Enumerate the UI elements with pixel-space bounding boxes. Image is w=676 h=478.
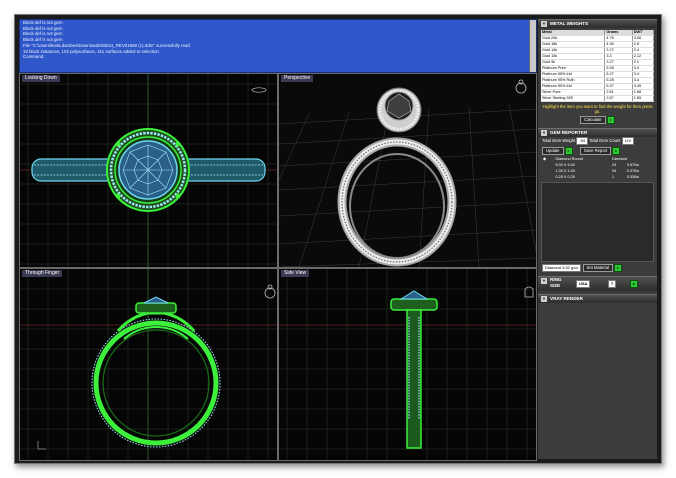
app-window: Block def is not gem Block def is not ge…	[14, 14, 662, 464]
metal-weights-header[interactable]: ▼ METAL WEIGHTS	[538, 19, 657, 28]
ring-label-line-2: SIZE	[550, 283, 561, 289]
viewport-front[interactable]: Through Finger	[19, 268, 278, 461]
gem-reporter-header[interactable]: ▼ GEM REPORTER	[538, 128, 657, 138]
viewport-top[interactable]: Looking Down	[19, 73, 278, 268]
go-button[interactable]: ▸	[606, 116, 615, 124]
collapse-arrow-icon[interactable]: ▼	[541, 296, 547, 303]
table-row[interactable]: Silver Sterling 925 2.57 1.65	[541, 95, 655, 102]
ring-size-value-select[interactable]: 7	[608, 280, 617, 289]
ring-label-line-1: RING	[550, 277, 562, 283]
gem-reporter-title: GEM REPORTER	[550, 130, 588, 136]
front-view-drawing	[20, 269, 277, 460]
gem-count-cell: 1	[611, 175, 615, 180]
ring-size-label: RING SIZE	[550, 277, 561, 288]
ring-size-header[interactable]: ▼ RING SIZE USA 7 ▸	[538, 276, 657, 292]
gem-actions-row: Update ▸ Save Report ▸	[538, 147, 657, 156]
gem-list-table[interactable]: ◆ Diamond Round Diamond 5.00 X 5.00 24 0…	[541, 156, 654, 180]
gem-list-area[interactable]	[541, 182, 654, 263]
viewport-label[interactable]: Looking Down	[22, 75, 60, 82]
vray-render-title: VRAY RENDER	[550, 296, 583, 302]
vray-render-header[interactable]: ▼ VRAY RENDER	[538, 294, 657, 304]
grams-cell: 2.57	[604, 95, 633, 102]
perspective-drawing	[279, 79, 536, 267]
command-prompt[interactable]: Command:	[20, 54, 536, 60]
viewport-side[interactable]: Side View	[278, 268, 537, 461]
gem-weight-cell: 0.330w	[626, 175, 640, 180]
total-gem-count-field: 119	[621, 137, 635, 146]
ring-size-region-select[interactable]: USA	[576, 280, 591, 289]
total-gem-weight-field: .94	[576, 137, 588, 146]
viewport-label[interactable]: Perspective	[281, 75, 314, 82]
table-row[interactable]: 0.25 X 0.25 1 0.330w	[541, 174, 654, 180]
metal-weights-hint: Highlight the item you want to find the …	[542, 104, 653, 114]
side-view-drawing	[279, 269, 536, 460]
metal-weights-title: METAL WEIGHTS	[550, 21, 589, 26]
command-scrollbar[interactable]	[529, 20, 536, 72]
set-material-go-button[interactable]: ▸	[614, 264, 623, 273]
dwt-cell: 1.65	[632, 95, 655, 102]
gem-totals-row: Total Gem Weight .94 Total Gem Count 119	[538, 137, 657, 146]
update-button[interactable]: Update	[542, 147, 564, 156]
collapse-arrow-icon[interactable]: ▼	[541, 21, 547, 27]
save-report-button[interactable]: Save Report	[579, 147, 612, 156]
total-gem-count-label: Total Gem Count	[589, 138, 621, 144]
calculate-button[interactable]: Calculate	[580, 116, 606, 125]
calculate-row: Calculate ▸	[538, 116, 657, 125]
material-select[interactable]: Diamond 3.52 g/cc	[542, 264, 582, 273]
viewport-label[interactable]: Through Finger	[22, 270, 63, 277]
set-material-button[interactable]: Set Material	[582, 264, 613, 273]
save-report-go-button[interactable]: ▸	[612, 147, 621, 156]
ring-size-go-button[interactable]: ▸	[630, 280, 638, 289]
gem-size-cell: 0.25 X 0.25	[555, 175, 575, 180]
metal-weights-table[interactable]: Metal Grams DWT Gold 24k 4.76 3.06 Gold …	[541, 30, 655, 102]
material-row: Diamond 3.52 g/cc Set Material ▸	[538, 264, 657, 273]
viewport-label[interactable]: Side View	[281, 270, 310, 277]
total-gem-weight-label: Total Gem Weight	[542, 138, 576, 144]
top-view-drawing	[20, 74, 277, 267]
viewport-perspective[interactable]: Perspective	[278, 73, 537, 268]
collapse-arrow-icon[interactable]: ▼	[541, 130, 547, 137]
metal-cell: Silver Sterling 925	[541, 95, 606, 102]
plugin-panel: ▼ METAL WEIGHTS Metal Grams DWT Gold 24k…	[538, 19, 657, 459]
command-history[interactable]: Block def is not gem Block def is not ge…	[19, 19, 537, 73]
update-go-button[interactable]: ▸	[564, 147, 573, 156]
collapse-arrow-icon[interactable]: ▼	[541, 278, 547, 285]
